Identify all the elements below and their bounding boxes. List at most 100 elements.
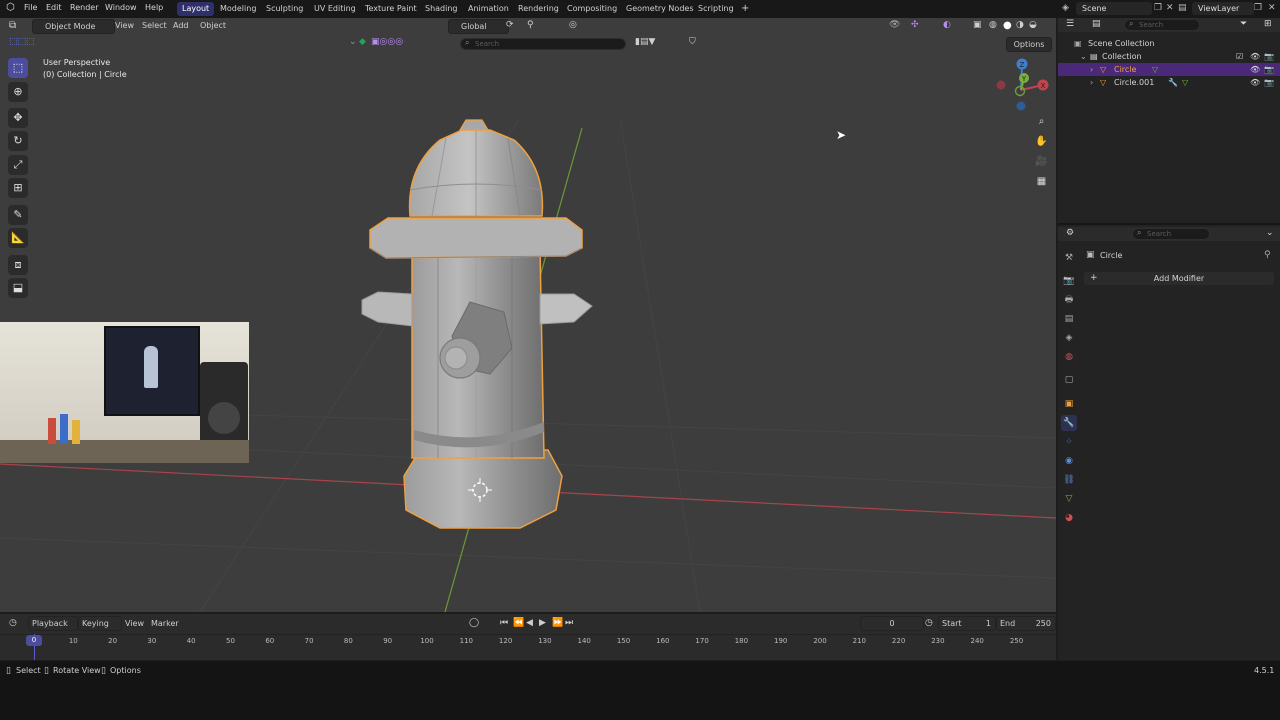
view-layer-selector[interactable]: ViewLayer (1192, 2, 1254, 15)
add-cube-tool[interactable]: ⧈ (8, 255, 28, 275)
new-collection-icon[interactable]: ⊞ (1264, 19, 1272, 29)
expand-chevron-icon[interactable]: › (1090, 63, 1093, 76)
output-tab-icon[interactable]: 🖶 (1061, 292, 1077, 308)
world-tab-icon[interactable]: ◍ (1061, 349, 1077, 365)
transform-tool[interactable]: ⊞ (8, 178, 28, 198)
measure-tool[interactable]: 📐 (8, 228, 28, 248)
camera-render-icon[interactable]: 📷 (1264, 63, 1274, 76)
fire-hydrant-model[interactable] (361, 119, 593, 529)
tab-sculpting[interactable]: Sculpting (261, 2, 308, 16)
constraints-tab-icon[interactable]: ⛓ (1061, 472, 1077, 488)
add-workspace-button[interactable]: + (736, 2, 754, 16)
pivot-point-icon[interactable]: ⟳ (503, 19, 517, 32)
preview-range-icon[interactable]: ◷ (922, 617, 936, 630)
navigation-gizmo[interactable]: X Z Y (996, 58, 1049, 111)
scene-tab-icon[interactable]: ◈ (1061, 330, 1077, 346)
tab-scripting[interactable]: Scripting (693, 2, 739, 16)
eye-icon[interactable]: 👁 (1250, 50, 1260, 63)
menu-object[interactable]: Object (197, 19, 229, 32)
physics-tab-icon[interactable]: ◉ (1061, 453, 1077, 469)
tab-rendering[interactable]: Rendering (513, 2, 564, 16)
menu-add[interactable]: Add (170, 19, 192, 32)
tab-modeling[interactable]: Modeling (215, 2, 261, 16)
transform-orientation-dropdown[interactable]: Global (448, 19, 509, 34)
tab-animation[interactable]: Animation (463, 2, 514, 16)
material-shading-icon[interactable]: ◑ (1013, 19, 1027, 32)
bookmark-icon[interactable]: ▮▤▼ (632, 36, 658, 49)
play-reverse-icon[interactable]: ◀ (523, 617, 536, 630)
collection-tab-icon[interactable]: ▢ (1061, 372, 1077, 388)
jump-end-icon[interactable]: ⏭ (562, 617, 576, 630)
3d-viewport[interactable]: X Z Y ⧉ Object Mode View Select Add Obje… (0, 18, 1056, 612)
current-frame-field[interactable]: 0 (860, 616, 924, 631)
selection-mode-icon[interactable]: ⬚⬚⬚ (6, 36, 38, 49)
display-mode-icon[interactable]: ▤ (1092, 19, 1101, 29)
filter-icon[interactable]: ⏷ (1240, 19, 1247, 29)
pan-hand-icon[interactable]: ✋ (1033, 133, 1050, 150)
play-icon[interactable]: ▶ (536, 617, 549, 630)
outliner-editor-icon[interactable]: ☰ (1066, 19, 1074, 29)
menu-render[interactable]: Render (70, 3, 98, 12)
options-dropdown[interactable]: Options (1006, 37, 1052, 52)
modifier-tab-icon[interactable]: 🔧 (1061, 415, 1077, 431)
render-tab-icon[interactable]: 📷 (1061, 273, 1077, 289)
mode-dropdown[interactable]: Object Mode (32, 19, 115, 34)
delete-scene-icon[interactable]: ✕ (1166, 3, 1174, 13)
tab-uv-editing[interactable]: UV Editing (309, 2, 361, 16)
material-tab-icon[interactable]: ◕ (1061, 510, 1077, 526)
new-view-layer-icon[interactable]: ❐ (1254, 3, 1262, 13)
move-tool[interactable]: ✥ (8, 108, 28, 128)
start-frame-field[interactable]: Start 1 (938, 616, 996, 631)
annotate-tool[interactable]: ✎ (8, 205, 28, 225)
blender-logo-icon[interactable]: ⬡ (6, 2, 15, 13)
particles-tab-icon[interactable]: ⁘ (1061, 434, 1077, 450)
perspective-toggle-icon[interactable]: ▦ (1033, 173, 1050, 190)
object-type-visibility-icon[interactable]: ◆ (356, 36, 369, 49)
expand-chevron-icon[interactable]: › (1090, 76, 1093, 89)
tab-geometry-nodes[interactable]: Geometry Nodes (621, 2, 698, 16)
view-layer-tab-icon[interactable]: ▤ (1061, 311, 1077, 327)
scene-selector[interactable]: Scene (1076, 2, 1152, 15)
chevron-down-icon[interactable]: ⌄ (1266, 228, 1274, 238)
outliner-row-scene-collection[interactable]: ▣ Scene Collection (1058, 37, 1280, 50)
camera-view-icon[interactable]: 🎥 (1033, 153, 1050, 170)
menu-help[interactable]: Help (145, 3, 163, 12)
tab-shading[interactable]: Shading (420, 2, 463, 16)
eye-icon[interactable]: 👁 (1250, 63, 1260, 76)
exclude-checkbox-icon[interactable]: ☑ (1236, 50, 1243, 63)
wireframe-shading-icon[interactable]: ◍ (986, 19, 1000, 32)
snap-icon[interactable]: ⚲ (524, 19, 537, 32)
viewport-scene[interactable]: X Z Y (0, 18, 1056, 612)
menu-edit[interactable]: Edit (46, 3, 62, 12)
tab-layout[interactable]: Layout (177, 2, 215, 16)
overlay-toggle-icon[interactable]: ◐ (940, 19, 954, 32)
collapse-chevron-icon[interactable]: ⌄ (1080, 50, 1087, 63)
keying-menu[interactable]: Keying (78, 616, 122, 631)
new-scene-icon[interactable]: ❐ (1154, 3, 1162, 13)
jump-start-icon[interactable]: ⏮ (497, 617, 511, 630)
menu-view[interactable]: View (112, 19, 137, 32)
properties-search-input[interactable]: ⌕ Search (1132, 228, 1210, 240)
object-tab-icon[interactable]: ▣ (1061, 396, 1077, 412)
data-tab-icon[interactable]: ▽ (1061, 491, 1077, 507)
zoom-icon[interactable]: ⌕ (1033, 113, 1050, 130)
editor-type-icon[interactable]: ⧉ (6, 19, 19, 32)
visibility-icon[interactable]: 👁 (886, 19, 903, 32)
timeline-view-menu[interactable]: View (122, 617, 147, 630)
menu-file[interactable]: File (24, 3, 37, 12)
menu-select[interactable]: Select (139, 19, 170, 32)
properties-editor-icon[interactable]: ⚙ (1066, 228, 1074, 238)
add-cube-alt-tool[interactable]: ⬓ (8, 278, 28, 298)
auto-keying-icon[interactable]: ◯ (466, 617, 482, 630)
outliner-row-circle[interactable]: › ▽ Circle ▽ 👁 📷 (1058, 63, 1280, 76)
timeline-editor-icon[interactable]: ◷ (6, 617, 20, 630)
playhead-frame-marker[interactable]: 0 (26, 635, 42, 646)
marker-menu[interactable]: Marker (148, 617, 182, 630)
camera-render-icon[interactable]: 📷 (1264, 50, 1274, 63)
outliner-row-circle-001[interactable]: › ▽ Circle.001 🔧 ▽ 👁 📷 (1058, 76, 1280, 89)
selectability-icon[interactable]: ▣◎◎◎ (368, 36, 406, 49)
delete-view-layer-icon[interactable]: ✕ (1268, 3, 1276, 13)
shield-icon[interactable]: ⛉ (686, 36, 699, 49)
gizmo-toggle-icon[interactable]: ✣ (908, 19, 922, 32)
scale-tool[interactable]: ⤢ (8, 155, 28, 175)
